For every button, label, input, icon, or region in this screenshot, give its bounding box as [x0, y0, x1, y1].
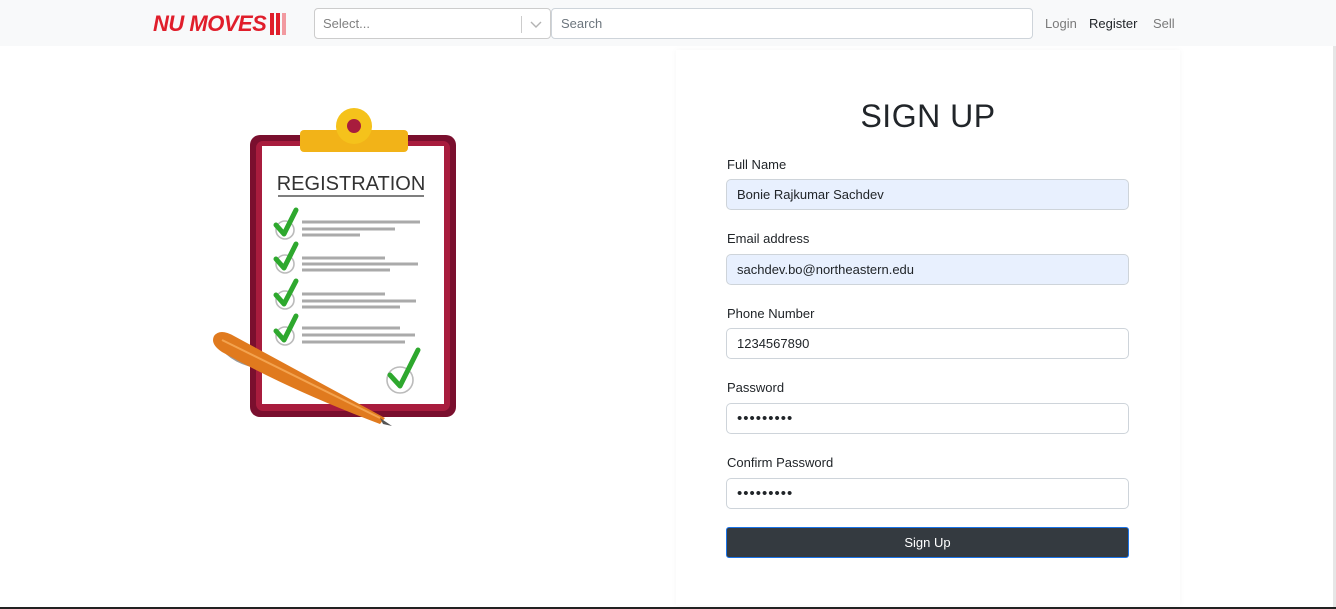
search-input[interactable]: [551, 8, 1033, 39]
email-label: Email address: [727, 231, 810, 246]
password-label: Password: [727, 380, 785, 395]
brand-logo[interactable]: NU MOVES: [153, 11, 288, 37]
phone-label: Phone Number: [727, 306, 815, 321]
full-name-label: Full Name: [727, 157, 787, 172]
nav-login-link[interactable]: Login: [1045, 16, 1077, 31]
navbar: NU MOVES Select... Login Register Sell: [0, 0, 1336, 46]
confirm-password-label: Confirm Password: [727, 455, 834, 470]
confirm-password-input[interactable]: •••••••••: [726, 478, 1129, 509]
password-input[interactable]: •••••••••: [726, 403, 1129, 434]
select-placeholder: Select...: [323, 16, 370, 31]
chevron-down-icon[interactable]: [529, 17, 543, 31]
page: NU MOVES Select... Login Register Sell R…: [0, 0, 1336, 609]
registration-clipboard-illustration: REGISTRATION: [213, 108, 456, 426]
full-name-input[interactable]: Bonie Rajkumar Sachdev: [726, 179, 1129, 210]
brand-name: NU MOVES: [153, 11, 267, 36]
page-title: SIGN UP: [860, 98, 996, 134]
category-select[interactable]: Select...: [314, 8, 551, 39]
email-input[interactable]: sachdev.bo@northeastern.edu: [726, 254, 1129, 285]
nav-register-link[interactable]: Register: [1089, 16, 1137, 31]
illustration-heading: REGISTRATION: [277, 173, 426, 195]
sign-up-button[interactable]: Sign Up: [726, 527, 1129, 558]
select-separator: [521, 16, 522, 33]
brand-bars-icon: [270, 13, 288, 35]
nav-sell-link[interactable]: Sell: [1153, 16, 1175, 31]
phone-input[interactable]: 1234567890: [726, 328, 1129, 359]
